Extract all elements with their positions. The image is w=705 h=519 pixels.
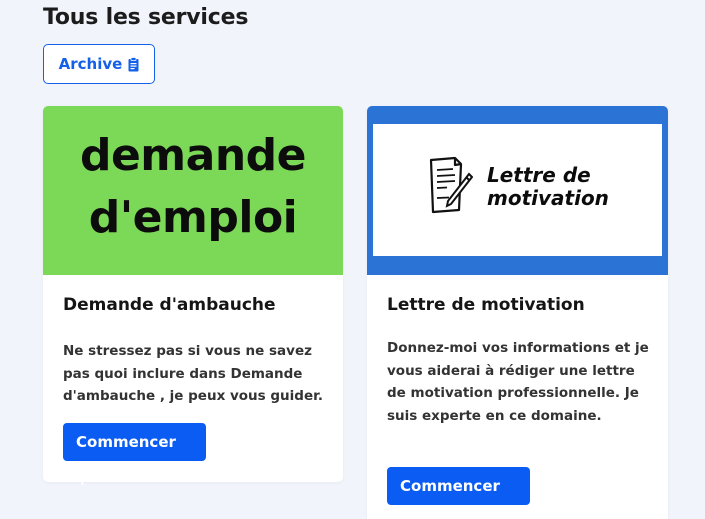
services-page: Tous les services Archive demande d'empl… xyxy=(0,0,705,519)
thumbnail-text-line: demande xyxy=(79,130,307,181)
thumbnail-text-line: d'emploi xyxy=(88,192,298,243)
service-description: Ne stressez pas si vous ne savez pas quo… xyxy=(63,343,323,404)
archive-button-label: Archive xyxy=(58,55,123,73)
thumbnail-text: Lettre de motivation xyxy=(487,163,609,210)
clipboard-icon xyxy=(128,56,139,71)
page-title: Tous les services xyxy=(43,5,249,30)
service-card-lettre: Lettre de motivation Lettre de motivatio… xyxy=(367,106,668,519)
thumbnail-panel: Lettre de motivation xyxy=(373,124,662,256)
service-description: Donnez-moi vos informations et je vous a… xyxy=(387,340,649,424)
service-title: Lettre de motivation xyxy=(387,295,585,315)
service-title: Demande d'ambauche xyxy=(63,295,276,315)
service-card-demande: demande d'emploi Demande d'ambauche Ne s… xyxy=(43,106,343,489)
start-button[interactable]: Commencer + xyxy=(63,423,206,489)
service-thumbnail: demande d'emploi xyxy=(43,106,343,275)
start-button[interactable]: Commencer + xyxy=(387,467,530,519)
service-thumbnail: Lettre de motivation xyxy=(367,106,668,275)
document-pen-icon xyxy=(429,156,473,214)
archive-button[interactable]: Archive xyxy=(43,44,155,84)
